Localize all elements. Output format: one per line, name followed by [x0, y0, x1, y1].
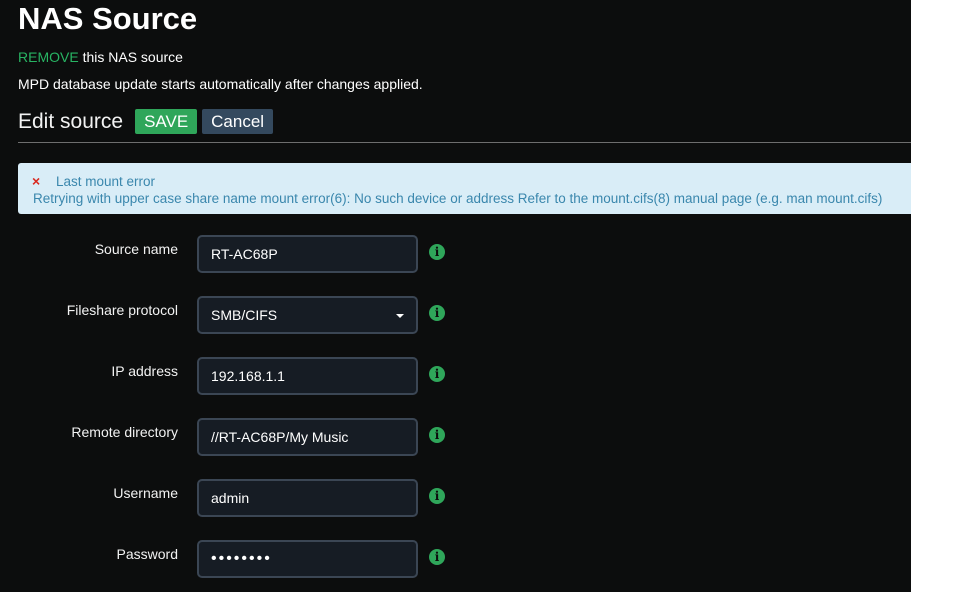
ip-address-input[interactable]: 192.168.1.1: [197, 357, 418, 395]
remove-line: REMOVE this NAS source: [18, 48, 183, 66]
info-icon[interactable]: i: [429, 244, 445, 260]
alert-message: Retrying with upper case share name moun…: [33, 191, 883, 206]
info-icon[interactable]: i: [429, 488, 445, 504]
remove-text: this NAS source: [78, 49, 183, 65]
remove-link[interactable]: REMOVE: [18, 49, 79, 65]
form-row-remote-dir: Remote directory //RT-AC68P/My Music i: [0, 418, 911, 460]
form-row-password: Password •••••••• i: [0, 540, 911, 582]
username-label: Username: [113, 485, 178, 501]
remote-directory-input[interactable]: //RT-AC68P/My Music: [197, 418, 418, 456]
source-name-input[interactable]: RT-AC68P: [197, 235, 418, 273]
form-row-source-name: Source name RT-AC68P i: [0, 235, 911, 277]
protocol-selected-value: SMB/CIFS: [211, 307, 278, 323]
section-title: Edit source: [18, 109, 124, 133]
password-input[interactable]: ••••••••: [197, 540, 418, 578]
protocol-label: Fileshare protocol: [66, 302, 178, 318]
source-name-label: Source name: [94, 241, 178, 257]
mount-error-alert: × Last mount error Retrying with upper c…: [18, 163, 911, 214]
edit-header: Edit source SAVE Cancel: [18, 109, 274, 134]
error-icon: ×: [32, 173, 41, 189]
cancel-button[interactable]: Cancel: [202, 109, 274, 134]
main-panel: NAS Source REMOVE this NAS source MPD da…: [0, 0, 911, 592]
info-icon[interactable]: i: [429, 305, 445, 321]
password-label: Password: [116, 546, 178, 562]
info-icon[interactable]: i: [429, 549, 445, 565]
ip-address-label: IP address: [111, 363, 178, 379]
username-input[interactable]: admin: [197, 479, 418, 517]
info-text: MPD database update starts automatically…: [18, 76, 423, 92]
divider: [18, 142, 911, 143]
save-button[interactable]: SAVE: [135, 109, 198, 134]
protocol-select[interactable]: SMB/CIFS: [197, 296, 418, 334]
form-row-protocol: Fileshare protocol SMB/CIFS i: [0, 296, 911, 338]
form-row-ip: IP address 192.168.1.1 i: [0, 357, 911, 399]
caret-down-icon: [396, 314, 404, 318]
form-row-username: Username admin i: [0, 479, 911, 521]
info-icon[interactable]: i: [429, 366, 445, 382]
page-title: NAS Source: [18, 1, 198, 36]
remote-directory-label: Remote directory: [71, 424, 178, 440]
alert-title: Last mount error: [56, 174, 156, 189]
info-icon[interactable]: i: [429, 427, 445, 443]
